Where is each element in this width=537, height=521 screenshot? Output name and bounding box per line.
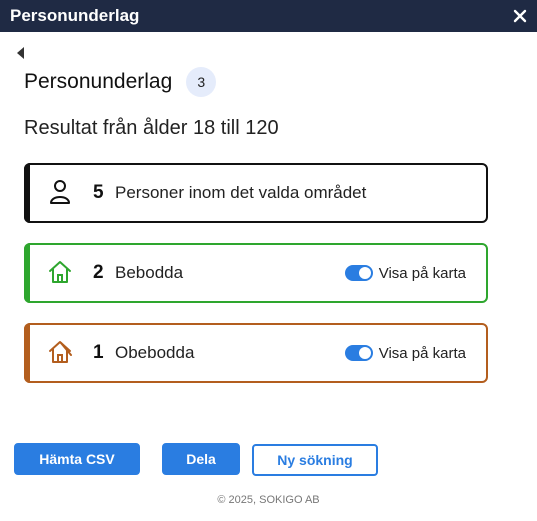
count-badge: 3 — [186, 67, 217, 97]
toggle-switch[interactable] — [344, 265, 373, 281]
new-search-button[interactable]: Ny sökning — [252, 444, 378, 476]
unoccupied-label: Obebodda — [115, 343, 195, 362]
house-icon — [49, 261, 71, 283]
persons-count: 5 — [93, 182, 104, 203]
occupied-card: 2 Bebodda Visa på karta — [24, 243, 488, 303]
download-csv-button[interactable]: Hämta CSV — [14, 443, 140, 475]
toggle-switch[interactable] — [344, 345, 373, 361]
page-title: Personunderlag — [24, 70, 173, 93]
close-icon[interactable] — [513, 9, 527, 23]
copyright-footer: © 2025, SOKIGO AB — [217, 494, 320, 506]
occupied-label: Bebodda — [115, 263, 184, 282]
back-arrow-icon[interactable] — [17, 47, 24, 59]
card-accent — [24, 163, 30, 223]
share-button[interactable]: Dela — [162, 443, 240, 475]
occupied-map-toggle[interactable]: Visa på karta — [344, 264, 466, 282]
toggle-label: Visa på karta — [378, 344, 466, 362]
persons-label: Personer inom det valda området — [115, 183, 367, 202]
unoccupied-card: 1 Obebodda Visa på karta — [24, 323, 488, 383]
toggle-knob — [358, 347, 371, 359]
page-heading: Personunderlag 3 — [24, 67, 217, 97]
occupied-count: 2 — [93, 262, 104, 283]
card-accent — [24, 323, 30, 383]
house-crossed-icon — [49, 341, 72, 363]
window-title: Personunderlag — [10, 6, 140, 25]
unoccupied-map-toggle[interactable]: Visa på karta — [344, 344, 466, 362]
window-titlebar: Personunderlag — [0, 0, 537, 32]
card-accent — [24, 243, 30, 303]
toggle-knob — [358, 267, 371, 279]
toggle-label: Visa på karta — [378, 264, 466, 282]
person-icon — [50, 180, 70, 204]
persons-card: 5 Personer inom det valda området — [24, 163, 488, 223]
result-description: Resultat från ålder 18 till 120 — [24, 117, 279, 139]
unoccupied-count: 1 — [93, 342, 104, 363]
